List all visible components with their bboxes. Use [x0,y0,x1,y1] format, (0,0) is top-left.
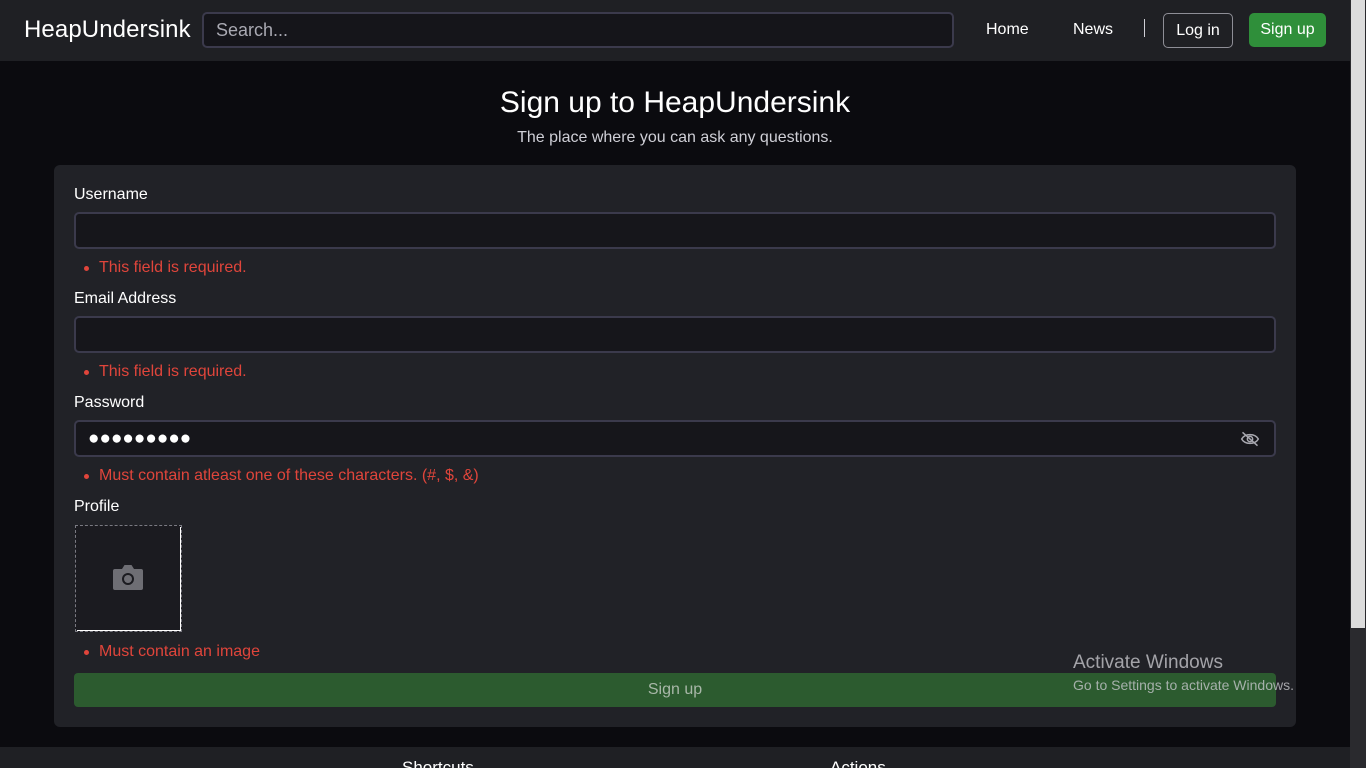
search-input[interactable] [202,12,954,48]
login-button[interactable]: Log in [1163,13,1233,48]
bullet-icon [84,649,89,655]
page-title: Sign up to HeapUndersink [499,86,851,119]
eye-slash-icon[interactable] [1240,430,1260,448]
nav-link-home[interactable]: Home [986,21,1029,39]
page-scrollbar[interactable] [1350,0,1366,768]
password-error-text: Must contain atleast one of these charac… [99,467,479,484]
username-input[interactable] [74,212,1276,249]
nav-divider [1144,19,1145,37]
bullet-icon [84,473,89,479]
page-subtitle: The place where you can ask any question… [517,129,833,146]
username-label: Username [74,186,148,203]
windows-activation-subtitle: Go to Settings to activate Windows. [1073,677,1294,693]
camera-icon [113,565,143,590]
username-error: This field is required. [84,259,247,277]
password-label: Password [74,394,145,411]
email-input[interactable] [74,316,1276,353]
username-error-text: This field is required. [99,259,247,276]
bullet-icon [84,369,89,375]
brand-logo-link[interactable]: HeapUndersink [24,16,191,44]
scrollbar-thumb[interactable] [1351,0,1365,628]
profile-image-uploader[interactable] [75,525,182,632]
signup-nav-button[interactable]: Sign up [1249,13,1326,47]
password-error: Must contain atleast one of these charac… [84,467,479,485]
footer-heading-shortcuts: Shortcuts [402,758,474,768]
footer-heading-actions: Actions [830,758,886,768]
password-value: ●●●●●●●●● [88,428,192,449]
profile-label: Profile [74,498,120,515]
password-input[interactable]: ●●●●●●●●● [74,420,1276,457]
signup-form-card: Username This field is required. Email A… [54,165,1296,727]
profile-error-text: Must contain an image [99,643,260,660]
profile-error: Must contain an image [84,643,260,661]
email-label: Email Address [74,290,177,307]
email-error: This field is required. [84,363,247,381]
windows-activation-title: Activate Windows [1073,652,1223,673]
bullet-icon [84,265,89,271]
top-navbar: HeapUndersink Home News Log in Sign up [0,0,1350,61]
nav-link-news[interactable]: News [1073,21,1113,39]
email-error-text: This field is required. [99,363,247,380]
page-footer: Shortcuts Actions [0,747,1350,768]
